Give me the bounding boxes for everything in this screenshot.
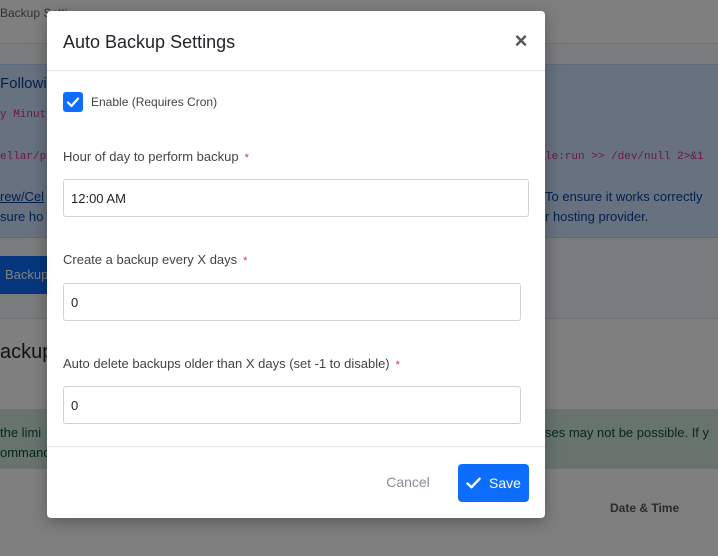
modal-footer: Cancel Save bbox=[47, 446, 545, 518]
checkmark-icon bbox=[66, 97, 80, 108]
modal-title: Auto Backup Settings bbox=[63, 32, 236, 52]
auto-delete-field[interactable] bbox=[63, 386, 521, 424]
days-label: Create a backup every X days bbox=[63, 252, 238, 267]
hour-field[interactable] bbox=[63, 179, 529, 217]
hour-label-row: Hour of day to perform backup * bbox=[63, 149, 249, 164]
modal-header: Auto Backup Settings × bbox=[47, 11, 545, 71]
close-icon[interactable]: × bbox=[511, 29, 531, 53]
backup-interval-field[interactable] bbox=[63, 283, 521, 321]
enable-label: Enable (Requires Cron) bbox=[91, 95, 218, 109]
enable-checkbox[interactable] bbox=[63, 92, 83, 112]
modal-body: Enable (Requires Cron) Hour of day to pe… bbox=[47, 72, 545, 446]
days-label-row: Create a backup every X days * bbox=[63, 252, 247, 267]
required-marker: * bbox=[244, 152, 249, 164]
auto-backup-settings-modal: Auto Backup Settings × Enable (Requires … bbox=[47, 11, 545, 518]
required-marker: * bbox=[243, 255, 248, 267]
save-label: Save bbox=[489, 475, 521, 491]
delete-label: Auto delete backups older than X days (s… bbox=[63, 356, 390, 371]
delete-label-row: Auto delete backups older than X days (s… bbox=[63, 356, 400, 371]
check-icon bbox=[466, 477, 481, 489]
hour-label: Hour of day to perform backup bbox=[63, 149, 239, 164]
enable-checkbox-row[interactable]: Enable (Requires Cron) bbox=[63, 92, 217, 112]
cancel-button[interactable]: Cancel bbox=[367, 463, 449, 501]
save-button[interactable]: Save bbox=[458, 464, 529, 502]
required-marker: * bbox=[395, 359, 400, 371]
